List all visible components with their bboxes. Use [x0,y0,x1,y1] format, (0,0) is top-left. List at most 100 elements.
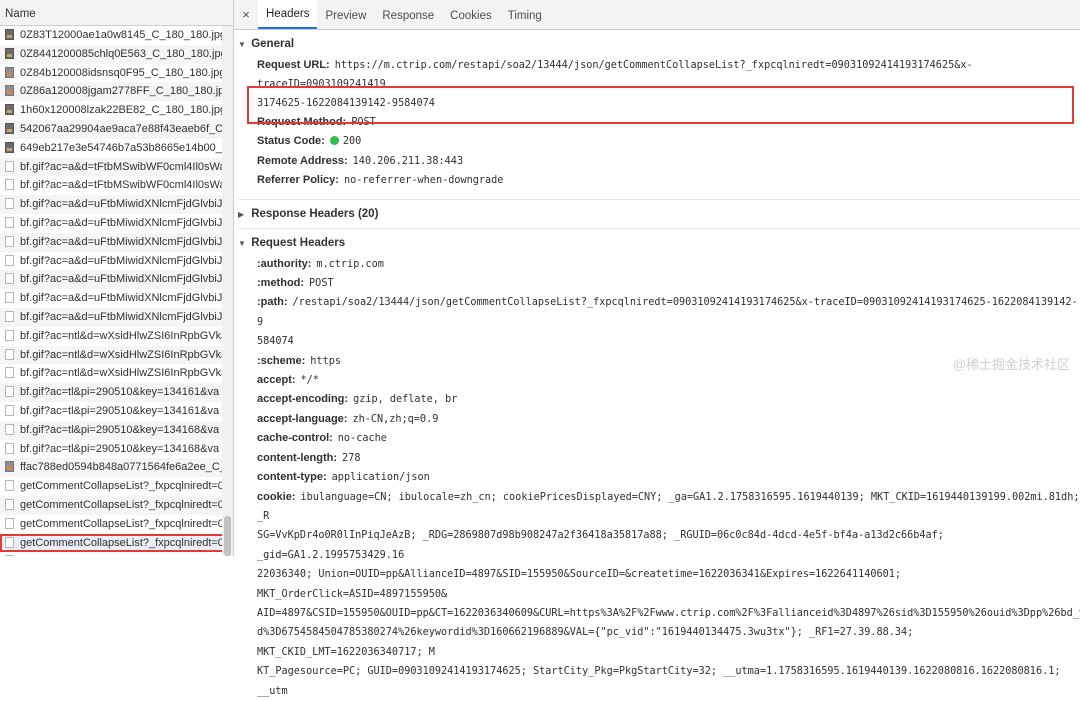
referrer-policy-row: Referrer Policy: no-referrer-when-downgra… [238,171,1080,190]
header-method-label: :method: [257,277,305,290]
remote-address-value: 140.206.211.38:443 [352,155,464,167]
request-row[interactable]: bf.gif?ac=ntl&d=wXsidHlwZSI6InRpbGVkJ [0,364,233,384]
header-accept-row: accept: */* [238,371,1080,390]
name-column-label: Name [5,8,36,20]
request-row[interactable]: getCommentCollapseList?_fxpcqlniredt=0 [0,495,233,515]
image-icon [5,29,14,40]
image-icon [5,85,14,97]
document-icon [5,367,14,379]
header-path-value: /restapi/soa2/13444/json/getCommentColla… [257,297,1078,328]
document-icon [5,404,14,416]
request-name: bf.gif?ac=a&d=uFtbMiwidXNlcmFjdGlvbiJ [20,292,223,305]
request-row[interactable]: 0Z83T12000ae1a0w8145_C_180_180.jpg [0,26,233,45]
tab-headers[interactable]: Headers [258,0,318,29]
request-row[interactable]: 649eb217e3e54746b7a53b8665e14b00_C [0,138,233,158]
request-row[interactable]: bf.gif?ac=ntl&d=wXsidHlwZSI6InRpbGVkJ [0,326,233,346]
response-headers-section-toggle[interactable]: ▶ Response Headers (20) [238,204,1080,224]
remote-address-label: Remote Address: [257,154,348,167]
header-content-type-value: application/json [331,472,430,484]
request-name: bf.gif?ac=ntl&d=wXsidHlwZSI6InRpbGVkJ [20,348,227,361]
list-scrollbar-thumb[interactable] [224,516,231,556]
header-cookie-row-continued: SG=VvKpDr4o0R0lInPiqJeAzB; _RDG=2869807d… [238,526,1080,565]
request-name: 0Z86a120008jgam2778FF_C_180_180.jpg [20,85,231,98]
header-accept-encoding-value: gzip, deflate, br [353,394,458,406]
request-row[interactable]: ffac788ed0594b848a0771564fe6a2ee_C_1 [0,458,233,478]
caret-down-icon: ▼ [238,40,246,49]
request-row[interactable]: bf.gif?ac=a&d=uFtbMiwidXNlcmFjdGlvbiJ [0,270,233,290]
document-icon [5,536,14,548]
name-column-header[interactable]: Name [0,0,233,26]
header-method-row: :method: POST [238,274,1080,293]
header-scheme-value: https [310,355,341,367]
request-row[interactable]: 0Z86a120008jgam2778FF_C_180_180.jpg [0,82,233,102]
header-accept-language-value: zh-CN,zh;q=0.9 [352,413,439,425]
tab-preview[interactable]: Preview [317,0,374,29]
request-name: bf.gif?ac=ntl&d=wXsidHlwZSI6InRpbGVkJ [20,329,227,342]
request-name: bf.gif?ac=a&d=uFtbMiwidXNlcmFjdGlvbiJ [20,310,223,323]
request-name: bf.gif?ac=a&d=uFtbMiwidXNlcmFjdGlvbiJ [20,273,223,286]
header-path-row-continued: 584074 [238,332,1080,351]
document-icon [5,292,14,304]
request-name: bf.gif?ac=tl&pi=290510&key=134168&va [20,442,220,455]
status-code-label: Status Code: [257,135,325,148]
request-row[interactable]: bf.gif?ac=tl&pi=290510&key=134168&va [0,439,233,459]
request-row[interactable]: bf.gif?ac=ntl&d=wXsidHlwZSI6InRpbGVkJ [0,345,233,365]
tab-cookies[interactable]: Cookies [442,0,500,29]
request-row[interactable]: bf.gif?ac=tl&pi=290510&key=134161&va [0,383,233,402]
request-row[interactable]: bf.gif?ac=a&d=uFtbMiwidXNlcmFjdGlvbiJ [0,307,233,327]
request-name: bf.gif?ac=tl&pi=290510&key=134161&va [20,404,220,417]
request-row[interactable]: bf.gif?ac=a&d=tFtbMSwibWF0cml4Il0sWa [0,157,233,177]
general-section-toggle[interactable]: ▼ General [238,34,1080,54]
request-row[interactable]: getCommentCollapseList?_fxpcqlniredt=0 [0,514,233,534]
request-row[interactable]: bf.gif?ac=a&d=uFtbMiwidXNlcmFjdGlvbiJ [0,251,233,271]
header-cookie-value-continued: KT_Pagesource=PC; GUID=09031092414193174… [257,666,1061,697]
request-row[interactable]: bf.gif?ac=a&d=tFtbMSwibWF0cml4Il0sWa [0,176,233,196]
request-list: 0Z83T12000ae1a0w8145_C_180_180.jpg 0Z8441… [0,26,233,556]
image-icon [5,104,14,116]
request-row[interactable]: 0Z84b120008idsnsq0F95_C_180_180.jpg [0,63,233,83]
request-row[interactable]: bf.gif?ac=a&d=uFtbMiwidXNlcmFjdGlvbiJ [0,213,233,233]
header-path-label: :path: [257,296,288,309]
request-name: bf.gif?ac=a&d=uFtbMiwidXNlcmFjdGlvbiJ [20,235,223,248]
list-scrollbar[interactable] [222,26,233,556]
header-accept-encoding-row: accept-encoding: gzip, deflate, br [238,390,1080,409]
document-icon [5,442,14,454]
tab-response[interactable]: Response [374,0,442,29]
document-icon [5,329,14,341]
header-content-type-label: content-type: [257,471,327,484]
request-row[interactable]: bf.gif?ac=a&d=uFtbMiwidXNlcmFjdGlvbiJ [0,195,233,214]
header-content-type-row: content-type: application/json [238,468,1080,487]
request-row[interactable]: 0Z8441200085chlq0E563_C_180_180.jpg [0,44,233,64]
close-icon[interactable]: × [234,0,258,29]
document-icon [5,273,14,285]
request-row[interactable]: getCommentCollapseList?_fxpcqlniredt=0 [0,533,233,553]
image-icon [5,461,14,473]
header-accept-label: accept: [257,374,296,387]
header-path-value-continued: 584074 [257,336,294,348]
header-authority-row: :authority: m.ctrip.com [238,255,1080,274]
tab-timing[interactable]: Timing [500,0,550,29]
request-name: 0Z83T12000ae1a0w8145_C_180_180.jpg [20,29,227,41]
request-row[interactable]: bf.gif?ac=tl&pi=290510&key=134161&va [0,401,233,421]
request-name: bf.gif?ac=a&d=uFtbMiwidXNlcmFjdGlvbiJ [20,198,223,211]
header-content-length-row: content-length: 278 [238,449,1080,468]
request-headers-section-toggle[interactable]: ▼ Request Headers [238,233,1080,253]
request-row[interactable]: bf.gif?ac=a&d=uFtbMiwidXNlcmFjdGlvbiJ [0,232,233,252]
request-name: 0Z84b120008idsnsq0F95_C_180_180.jpg [20,66,226,79]
request-url-label: Request URL: [257,59,330,71]
request-row[interactable]: tripAds.json?_rm=0.2223554715158218 [0,552,233,556]
header-cache-control-label: cache-control: [257,432,333,445]
request-name: getCommentCollapseList?_fxpcqlniredt=0 [20,517,224,530]
document-icon [5,216,14,228]
request-row[interactable]: getCommentCollapseList?_fxpcqlniredt=0 [0,477,233,496]
request-list-panel: Name 0Z83T12000ae1a0w8145_C_180_180.jpg 0… [0,0,234,556]
request-row[interactable]: 542067aa29904ae9aca7e88f43eaeb6f_C_1 [0,119,233,139]
caret-right-icon: ▶ [238,209,245,219]
document-icon [5,348,14,360]
header-path-row: :path:/restapi/soa2/13444/json/getCommen… [238,293,1080,332]
request-row[interactable]: bf.gif?ac=tl&pi=290510&key=134168&va [0,420,233,440]
request-row[interactable]: bf.gif?ac=a&d=uFtbMiwidXNlcmFjdGlvbiJ [0,289,233,308]
details-panel: × Headers Preview Response Cookies Timin… [234,0,1080,697]
request-name: bf.gif?ac=tl&pi=290510&key=134168&va [20,423,220,436]
request-row[interactable]: 1h60x120008lzak22BE82_C_180_180.jpg [0,101,233,120]
